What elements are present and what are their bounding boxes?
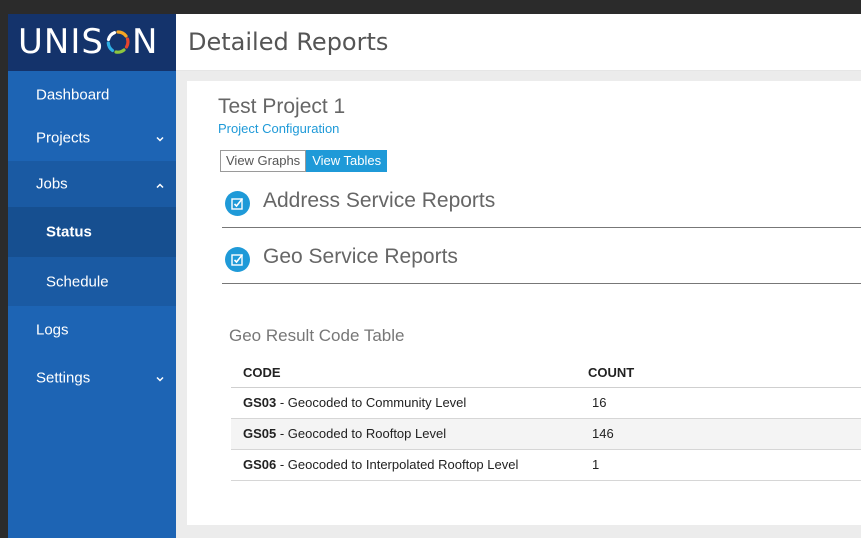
result-code: GS05 — [243, 426, 277, 441]
table-row: GS03 - Geocoded to Community Level 16 — [231, 387, 861, 419]
window-frame-top — [0, 0, 861, 14]
sidebar-item-label: Logs — [36, 321, 69, 339]
count-cell: 146 — [576, 418, 861, 450]
chevron-down-icon — [156, 130, 164, 147]
project-title: Test Project 1 — [218, 95, 346, 118]
sidebar-item-label: Status — [46, 223, 92, 241]
sidebar-item-logs[interactable]: Logs — [8, 306, 176, 354]
result-description: - Geocoded to Community Level — [276, 395, 467, 410]
result-description: - Geocoded to Rooftop Level — [276, 426, 447, 441]
table-row: GS06 - Geocoded to Interpolated Rooftop … — [231, 449, 861, 481]
column-header-count[interactable]: COUNT — [576, 358, 861, 388]
table-row: GS05 - Geocoded to Rooftop Level 146 — [231, 418, 861, 450]
column-header-code[interactable]: CODE — [231, 358, 576, 388]
code-cell: GS06 - Geocoded to Interpolated Rooftop … — [231, 449, 576, 481]
count-cell: 16 — [576, 387, 861, 419]
chevron-up-icon — [156, 176, 164, 193]
result-code: GS03 — [243, 395, 277, 410]
project-configuration-link[interactable]: Project Configuration — [218, 121, 339, 136]
view-toggle: View Graphs View Tables — [220, 150, 388, 172]
logo-swirl-icon — [106, 30, 130, 54]
sidebar-item-label: Dashboard — [36, 86, 110, 104]
section-label: Address Service Reports — [263, 189, 496, 212]
logo-bar: UNIS N — [8, 14, 176, 71]
window-frame-left — [0, 0, 8, 538]
code-cell: GS05 - Geocoded to Rooftop Level — [231, 418, 576, 450]
sidebar-item-settings[interactable]: Settings — [8, 354, 176, 402]
result-description: - Geocoded to Interpolated Rooftop Level — [276, 457, 519, 472]
table-header-row: CODE COUNT — [231, 358, 861, 388]
geo-result-table-title: Geo Result Code Table — [229, 326, 405, 345]
main-content: Test Project 1 Project Configuration Vie… — [176, 71, 861, 538]
report-card: Test Project 1 Project Configuration Vie… — [187, 81, 861, 525]
geo-result-code-table: CODE COUNT GS03 - Geocoded to Community … — [231, 358, 861, 481]
logo-text-end: N — [131, 22, 159, 62]
unison-logo[interactable]: UNIS N — [18, 22, 159, 62]
view-graphs-button[interactable]: View Graphs — [220, 150, 307, 172]
sidebar-item-status[interactable]: Status — [8, 207, 176, 257]
sidebar-item-label: Jobs — [36, 175, 68, 193]
chevron-down-icon — [156, 370, 164, 387]
sidebar-item-label: Settings — [36, 369, 91, 387]
sidebar-item-label: Projects — [36, 129, 91, 147]
page-title: Detailed Reports — [188, 28, 389, 56]
result-code: GS06 — [243, 457, 277, 472]
checklist-icon — [225, 191, 250, 216]
sidebar-item-dashboard[interactable]: Dashboard — [8, 71, 176, 119]
view-tables-button[interactable]: View Tables — [306, 150, 388, 172]
code-cell: GS03 - Geocoded to Community Level — [231, 387, 576, 419]
sidebar-item-jobs[interactable]: Jobs — [8, 161, 176, 207]
sidebar-item-label: Schedule — [46, 273, 109, 290]
section-label: Geo Service Reports — [263, 245, 458, 268]
address-service-reports-section[interactable]: Address Service Reports — [222, 176, 861, 228]
logo-text-start: UNIS — [18, 22, 104, 62]
sidebar-item-projects[interactable]: Projects — [8, 114, 176, 162]
geo-service-reports-section[interactable]: Geo Service Reports — [222, 232, 861, 284]
count-cell: 1 — [576, 449, 861, 481]
page-header: Detailed Reports — [176, 14, 861, 71]
sidebar-item-schedule[interactable]: Schedule — [8, 257, 176, 306]
checklist-icon — [225, 247, 250, 272]
